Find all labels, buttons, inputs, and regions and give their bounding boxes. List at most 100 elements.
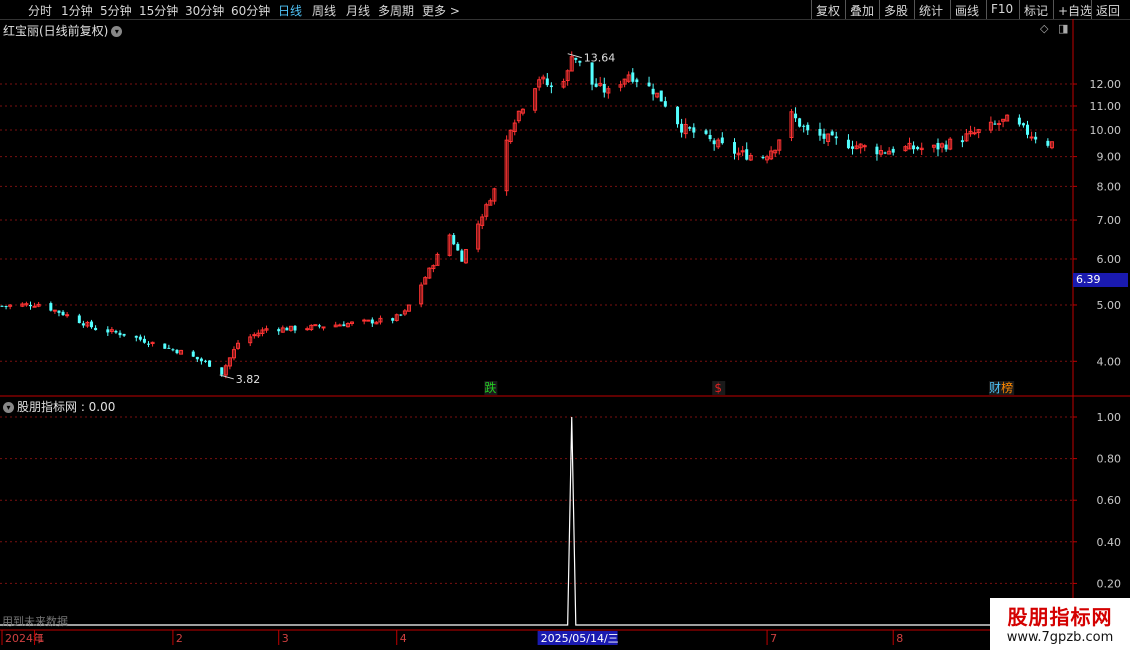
- candle-body: [997, 123, 1002, 126]
- low-price-label: 3.82: [236, 373, 261, 386]
- candle-body: [199, 358, 203, 362]
- price-tick-label: 6.00: [1097, 253, 1122, 266]
- candle-body: [545, 78, 549, 86]
- candle-body: [321, 326, 326, 329]
- candle-body: [32, 305, 37, 308]
- time-label: 7: [770, 632, 777, 645]
- candle-body: [875, 146, 879, 155]
- candle-body: [704, 130, 708, 134]
- price-tick-label: 8.00: [1097, 180, 1122, 193]
- current-price-tag: 6.39: [1073, 273, 1128, 287]
- price-tick-label: 5.00: [1097, 299, 1122, 312]
- candle-body: [1046, 140, 1050, 146]
- candle-body: [134, 335, 138, 338]
- price-tick-label: 7.00: [1097, 214, 1122, 227]
- candle-body: [399, 314, 403, 316]
- candle-body: [912, 145, 916, 150]
- candle-body: [594, 83, 598, 87]
- candle-body: [720, 137, 724, 144]
- candle-body: [0, 305, 4, 307]
- time-label: 1: [38, 632, 45, 645]
- candle-body: [578, 60, 582, 63]
- event-marker: 跌: [484, 380, 496, 395]
- indicator-line: [0, 416, 1073, 626]
- indicator-tick-label: 0.40: [1097, 536, 1122, 549]
- candle-body: [362, 319, 367, 322]
- candle-body: [220, 367, 224, 375]
- candle-body: [806, 124, 810, 131]
- candle-body: [798, 118, 802, 127]
- time-label: 3: [282, 632, 289, 645]
- candle-body: [818, 128, 822, 136]
- candle-body: [733, 142, 737, 154]
- candle-body: [118, 332, 122, 336]
- event-marker: 财: [989, 381, 1001, 395]
- candle-body: [936, 142, 940, 150]
- candle-body: [452, 235, 456, 245]
- candle-body: [794, 113, 798, 119]
- candle-body: [195, 356, 199, 360]
- candle-body: [802, 125, 806, 127]
- candle-body: [167, 347, 171, 349]
- chevron-down-icon[interactable]: ▾: [3, 402, 14, 413]
- candle-body: [337, 324, 342, 327]
- candle-body: [81, 323, 85, 326]
- candle-body: [456, 243, 460, 251]
- candle-body: [602, 84, 606, 93]
- candle-body: [208, 360, 212, 367]
- candle-body: [846, 139, 850, 149]
- indicator-title: ▾ 股朋指标网 : 0.00: [3, 398, 115, 415]
- candle-body: [285, 327, 289, 331]
- candle-body: [883, 152, 887, 154]
- candle-body: [61, 311, 65, 316]
- candle-body: [574, 57, 578, 60]
- price-tick-label: 10.00: [1090, 124, 1122, 137]
- time-label: 4: [400, 632, 407, 645]
- candle-body: [52, 309, 57, 312]
- candle-body: [28, 304, 32, 307]
- event-marker: 榜: [1001, 380, 1013, 395]
- candle-body: [94, 327, 98, 331]
- candle-body: [252, 334, 257, 337]
- candle-body: [317, 325, 321, 327]
- candle-body: [631, 72, 635, 82]
- price-tick-label: 11.00: [1090, 100, 1122, 113]
- candle-body: [830, 131, 834, 136]
- cursor-date-label: 2025/05/14/三: [541, 632, 619, 645]
- candle-body: [370, 319, 374, 324]
- candle-body: [147, 343, 151, 345]
- candle-body: [163, 343, 167, 349]
- candle-body: [822, 133, 826, 139]
- candle-body: [138, 336, 142, 340]
- candle-body: [293, 325, 297, 331]
- candle-body: [651, 88, 655, 95]
- candle-body: [142, 338, 146, 343]
- candle-body: [663, 101, 667, 107]
- candle-body: [761, 156, 765, 159]
- candle-body: [590, 62, 594, 85]
- candle-body: [1026, 124, 1030, 135]
- indicator-tick-label: 0.20: [1097, 577, 1122, 590]
- candle-body: [745, 149, 749, 160]
- candle-body: [65, 314, 70, 317]
- candle-body: [712, 140, 716, 145]
- candle-body: [659, 90, 663, 102]
- candle-body: [203, 360, 207, 362]
- candle-body: [834, 136, 838, 139]
- price-tick-label: 4.00: [1097, 355, 1122, 368]
- candle-body: [57, 310, 61, 313]
- candle-body: [391, 318, 395, 321]
- candle-body: [549, 85, 553, 88]
- candle-body: [851, 146, 855, 149]
- candle-body: [1029, 136, 1034, 139]
- candle-body: [993, 123, 997, 125]
- chart-canvas[interactable]: 13.643.82跌 $ 财榜 12.0011.0010.009.008.007.0…: [0, 0, 1130, 650]
- indicator-tick-label: 0.60: [1097, 494, 1122, 507]
- price-tick-label: 12.00: [1090, 78, 1122, 91]
- candle-body: [122, 333, 126, 336]
- candle-body: [1034, 136, 1038, 140]
- candle-body: [4, 306, 8, 308]
- indicator-tick-label: 1.00: [1097, 411, 1122, 424]
- candle-body: [191, 351, 195, 357]
- candle-body: [891, 148, 895, 153]
